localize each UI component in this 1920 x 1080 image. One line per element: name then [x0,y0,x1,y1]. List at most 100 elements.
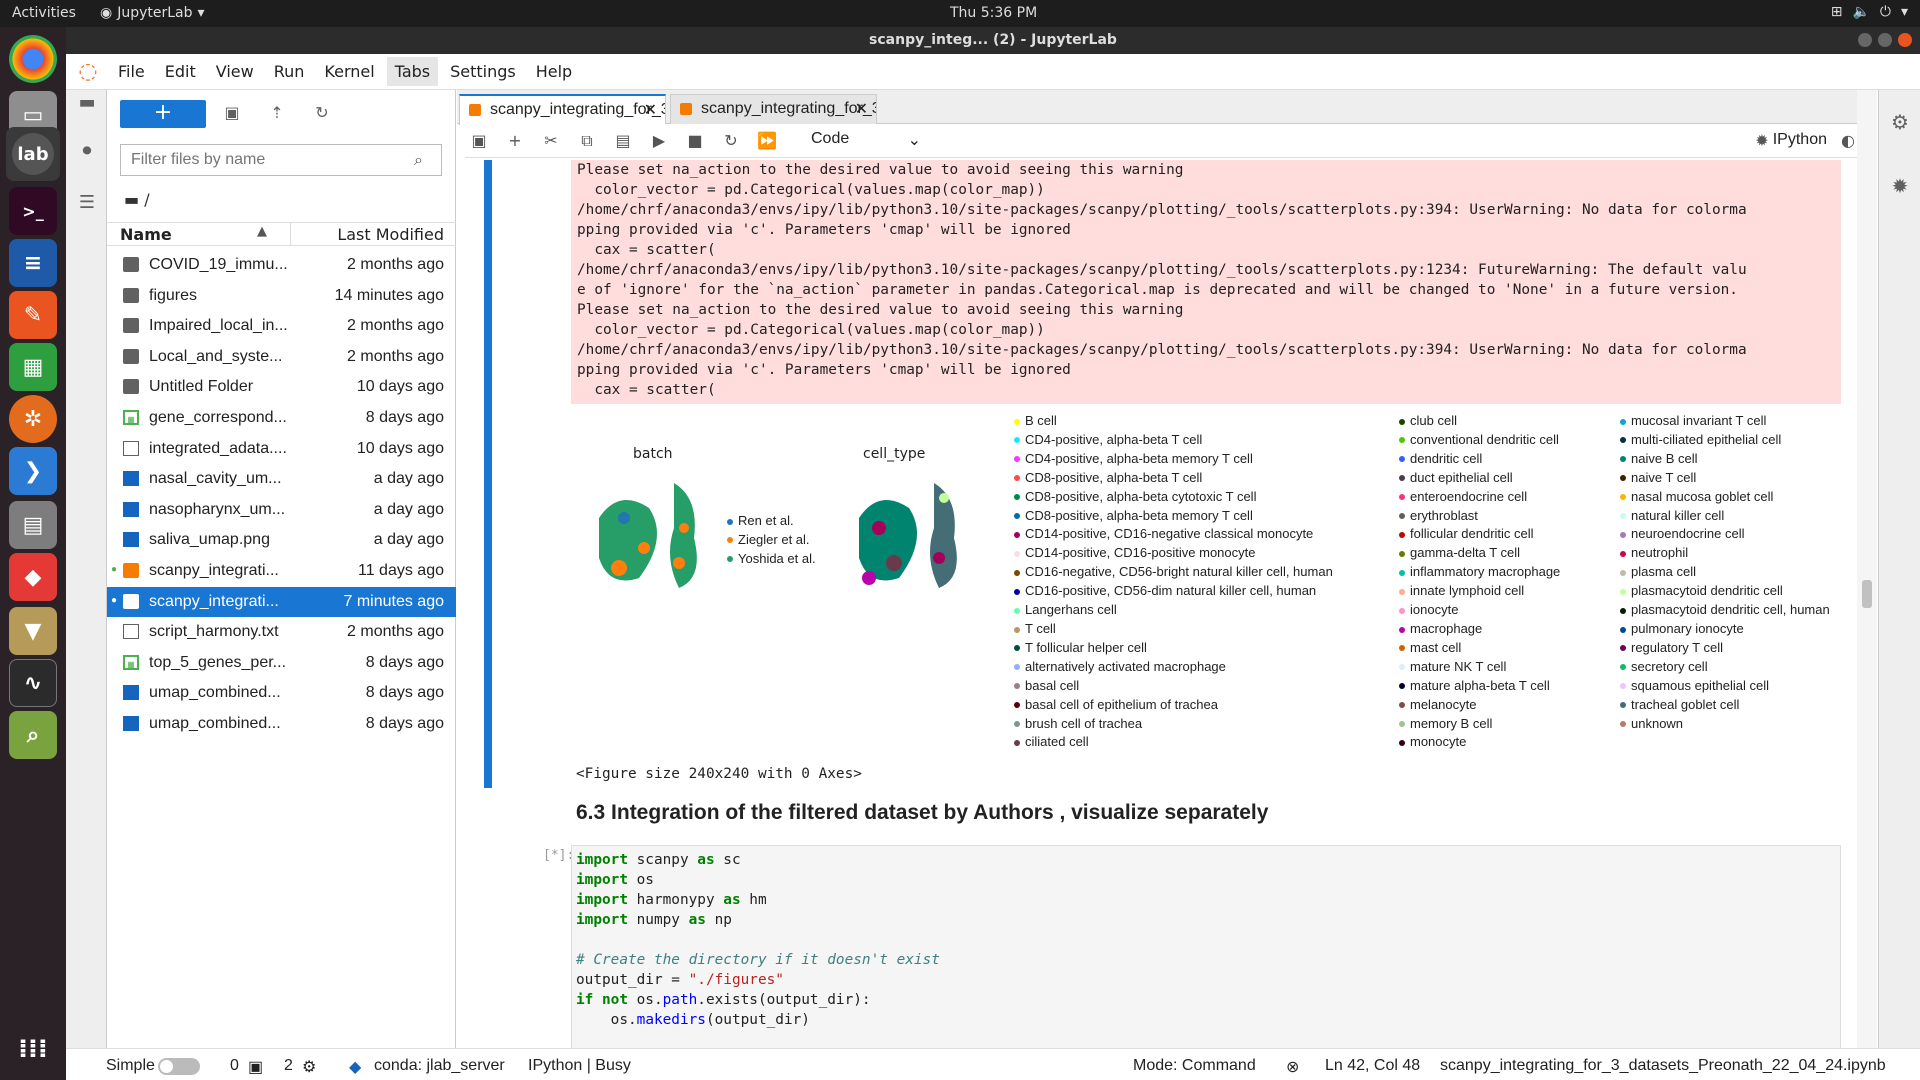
system-tray[interactable]: ⊞ 🔈 ⏻ ▾ [1831,4,1908,20]
file-row[interactable]: COVID_19_immu... 2 months ago [107,250,456,281]
file-row[interactable]: umap_combined... 8 days ago [107,709,456,740]
file-row[interactable]: umap_combined... 8 days ago [107,678,456,709]
system-monitor-icon[interactable]: ∿ [9,659,57,707]
copy-icon[interactable]: ⧉ [576,131,598,153]
column-last-modified[interactable]: Last Modified [337,225,444,244]
menu-settings[interactable]: Settings [442,57,524,86]
property-inspector-icon[interactable]: ⚙ [1888,110,1912,134]
cell-type-select[interactable]: Code ⌄ [811,130,921,152]
folder-icon[interactable]: ▬ [75,90,99,114]
breadcrumb[interactable]: ▬ / [124,190,150,209]
anydesk-icon[interactable]: ◆ [9,553,57,601]
close-tab-icon[interactable]: ✕ [644,100,657,120]
legend-marker [1014,532,1020,538]
fast-forward-icon[interactable]: ⏩ [756,131,778,153]
notebook-icon [680,103,692,115]
paste-icon[interactable]: ▤ [612,131,634,153]
file-row[interactable]: Impaired_local_in... 2 months ago [107,311,456,342]
stop-icon[interactable]: ■ [684,131,706,153]
app-menu[interactable]: ◉ JupyterLab ▾ [100,5,205,21]
clock[interactable]: Thu 5:36 PM [950,5,1037,21]
chrome-icon[interactable] [9,35,57,83]
file-row[interactable]: nasal_cavity_um... a day ago [107,464,456,495]
terminal-icon[interactable]: >_ [9,187,57,235]
file-row[interactable]: ● scanpy_integrati... 7 minutes ago [107,586,456,618]
tab-notebook[interactable]: scanpy_integrating_for_3_d ✕ [670,94,877,124]
file-row[interactable]: figures 14 minutes ago [107,281,456,312]
conda-env[interactable]: conda: jlab_server [374,1057,505,1075]
vscode-icon[interactable]: ❯ [9,447,57,495]
file-row[interactable]: integrated_adata.... 10 days ago [107,434,456,465]
save-icon[interactable]: ▣ [468,131,490,153]
debugger-icon[interactable]: ✹ [1751,131,1773,153]
calculator-icon[interactable]: ▤ [9,501,57,549]
legend-marker [1014,664,1020,671]
legend-label: B cell [1025,413,1057,428]
menu-kernel[interactable]: Kernel [316,57,382,86]
mode-indicator: Mode: Command [1133,1057,1256,1074]
legend-marker [1620,645,1626,652]
breadcrumb-root[interactable]: / [144,190,149,209]
running-sessions-icon[interactable]: ⏺ [75,138,99,162]
tab-notebook-active[interactable]: scanpy_integrating_for_3_d ✕ [459,94,666,125]
menu-edit[interactable]: Edit [157,57,204,86]
code-cell-editor[interactable]: import scanpy as sc import os import har… [571,845,1841,1048]
legend-item: dendritic cell [1399,450,1560,469]
menu-run[interactable]: Run [266,57,313,86]
calc-icon[interactable]: ▦ [9,343,57,391]
menu-tabs[interactable]: Tabs [386,57,439,86]
terminal-count[interactable]: 0 [230,1057,239,1075]
archive-manager-icon[interactable]: ▼ [9,607,57,655]
legend-marker [1620,494,1626,501]
file-row[interactable]: ▦ gene_correspond... 8 days ago [107,403,456,434]
scrollbar-thumb[interactable] [1862,580,1872,608]
debugger-panel-icon[interactable]: ✹ [1888,174,1912,198]
new-folder-icon[interactable]: ▣ [220,103,244,127]
cursor-position[interactable]: Ln 42, Col 48 [1325,1057,1420,1075]
file-row[interactable]: saliva_umap.png a day ago [107,525,456,556]
restart-icon[interactable]: ↻ [720,131,742,153]
kernel-name[interactable]: IPython [1773,131,1827,149]
notebook-content[interactable]: Please set na_action to the desired valu… [457,160,1857,1048]
upload-icon[interactable]: ⇡ [265,103,289,127]
activities-button[interactable]: Activities [12,5,76,21]
refresh-icon[interactable]: ↻ [310,103,334,127]
text-editor-icon[interactable]: ✎ [9,291,57,339]
anaconda-icon[interactable]: ✲ [9,395,57,443]
legend-marker [1014,494,1020,501]
kernel-status[interactable]: IPython | Busy [528,1057,631,1075]
menu-view[interactable]: View [208,57,262,86]
file-row[interactable]: nasopharynx_um... a day ago [107,495,456,526]
show-apps-icon[interactable]: ⁞⁞⁞ [9,1025,57,1073]
file-row[interactable]: Untitled Folder 10 days ago [107,372,456,403]
table-of-contents-icon[interactable]: ☰ [75,190,99,214]
file-browser: + ▣ ⇡ ↻ ⌕ ▬ / Name ▲ Last Modified COVID… [107,90,456,1048]
file-row[interactable]: Local_and_syste... 2 months ago [107,342,456,373]
writer-icon[interactable]: ≡ [9,239,57,287]
maximize-button[interactable] [1878,33,1892,47]
legend-label: regulatory T cell [1631,639,1724,655]
column-name[interactable]: Name [120,225,172,244]
image-viewer-icon[interactable]: ⌕ [9,711,57,759]
new-launcher-button[interactable]: + [120,100,206,128]
insert-cell-icon[interactable]: + [504,131,526,153]
close-tab-icon[interactable]: ✕ [855,99,868,119]
run-icon[interactable]: ▶ [648,131,670,153]
minimize-button[interactable] [1858,33,1872,47]
menu-file[interactable]: File [110,57,153,86]
legend-label: T follicular helper cell [1025,639,1147,655]
file-row[interactable]: ● scanpy_integrati... 11 days ago [107,556,456,587]
menu-help[interactable]: Help [528,57,580,86]
tab-label: scanpy_integrating_for_3_d [490,101,665,118]
cut-icon[interactable]: ✂ [540,131,562,153]
active-cell-indicator[interactable] [484,160,492,788]
notebook-scrollbar[interactable] [1857,90,1877,1048]
simple-mode-toggle[interactable] [158,1058,200,1075]
kernel-count[interactable]: 2 [284,1057,293,1075]
file-modified: a day ago [373,531,444,549]
file-filter-input[interactable] [120,144,442,176]
jupyterlab-dock-icon[interactable]: lab [6,127,60,181]
file-row[interactable]: ▦ top_5_genes_per... 8 days ago [107,648,456,679]
close-window-button[interactable] [1898,33,1912,47]
file-row[interactable]: script_harmony.txt 2 months ago [107,617,456,648]
